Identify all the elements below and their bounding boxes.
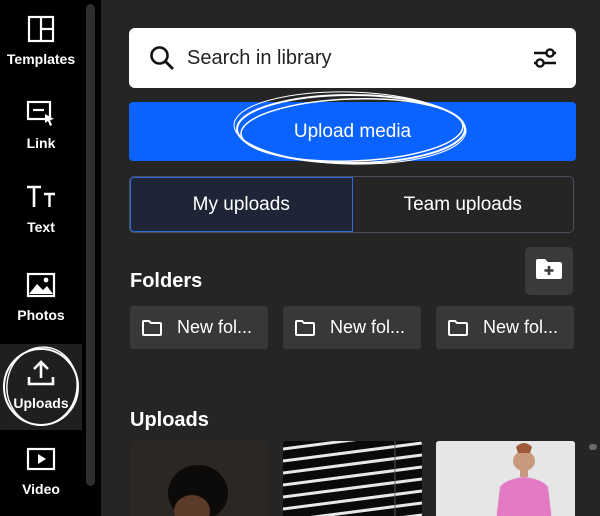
sidebar-scrollbar[interactable] (86, 4, 95, 486)
tab-team-uploads[interactable]: Team uploads (353, 177, 574, 232)
uploads-panel: Upload media My uploads Team uploads Fol… (101, 0, 600, 516)
sidebar-item-label: Photos (17, 307, 65, 323)
link-icon (26, 98, 56, 128)
panel-scrollbar[interactable] (589, 444, 597, 450)
folder-item[interactable]: New fol... (436, 306, 574, 349)
upload-media-button[interactable]: Upload media (129, 102, 576, 161)
uploads-tabs: My uploads Team uploads (129, 176, 574, 233)
fashion-image (436, 441, 575, 516)
sidebar-item-label: Video (22, 481, 60, 497)
filter-icon[interactable] (532, 46, 558, 75)
folder-item[interactable]: New fol... (283, 306, 421, 349)
upload-icon (26, 358, 56, 388)
search-bar[interactable] (129, 28, 576, 88)
sidebar-item-label: Link (26, 135, 56, 151)
sidebar-item-text[interactable]: Text (0, 168, 82, 252)
photos-icon (26, 270, 56, 300)
folders-heading: Folders (130, 270, 203, 292)
uploads-heading: Uploads (130, 409, 209, 431)
folder-name: New fol... (330, 317, 406, 337)
folder-name: New fol... (483, 317, 559, 337)
left-rail: Templates Link Text Photos Uploads Video (0, 0, 82, 516)
sidebar-item-link[interactable]: Link (0, 84, 82, 168)
templates-icon (27, 14, 55, 44)
upload-thumbnail[interactable] (436, 441, 575, 516)
striped-image (283, 441, 422, 516)
sidebar-item-label: Text (27, 219, 55, 235)
folder-plus-icon (535, 258, 563, 285)
portrait-image (130, 441, 269, 516)
sidebar-item-label: Uploads (13, 395, 69, 411)
search-input[interactable] (187, 42, 507, 74)
tab-my-uploads[interactable]: My uploads (130, 177, 353, 232)
sidebar-item-video[interactable]: Video (0, 430, 82, 514)
folder-icon (447, 319, 469, 337)
upload-thumbnail[interactable] (130, 441, 269, 516)
sidebar-item-templates[interactable]: Templates (0, 0, 82, 84)
folder-name: New fol... (177, 317, 253, 337)
folder-icon (294, 319, 316, 337)
text-icon (25, 182, 57, 212)
sidebar-item-label: Templates (6, 51, 76, 67)
sidebar-item-photos[interactable]: Photos (0, 256, 82, 340)
folder-item[interactable]: New fol... (130, 306, 268, 349)
upload-thumbnail[interactable] (283, 441, 422, 516)
folder-icon (141, 319, 163, 337)
new-folder-button[interactable] (525, 247, 573, 295)
video-icon (26, 444, 56, 474)
sidebar-item-uploads[interactable]: Uploads (0, 344, 82, 430)
search-icon (149, 45, 175, 76)
